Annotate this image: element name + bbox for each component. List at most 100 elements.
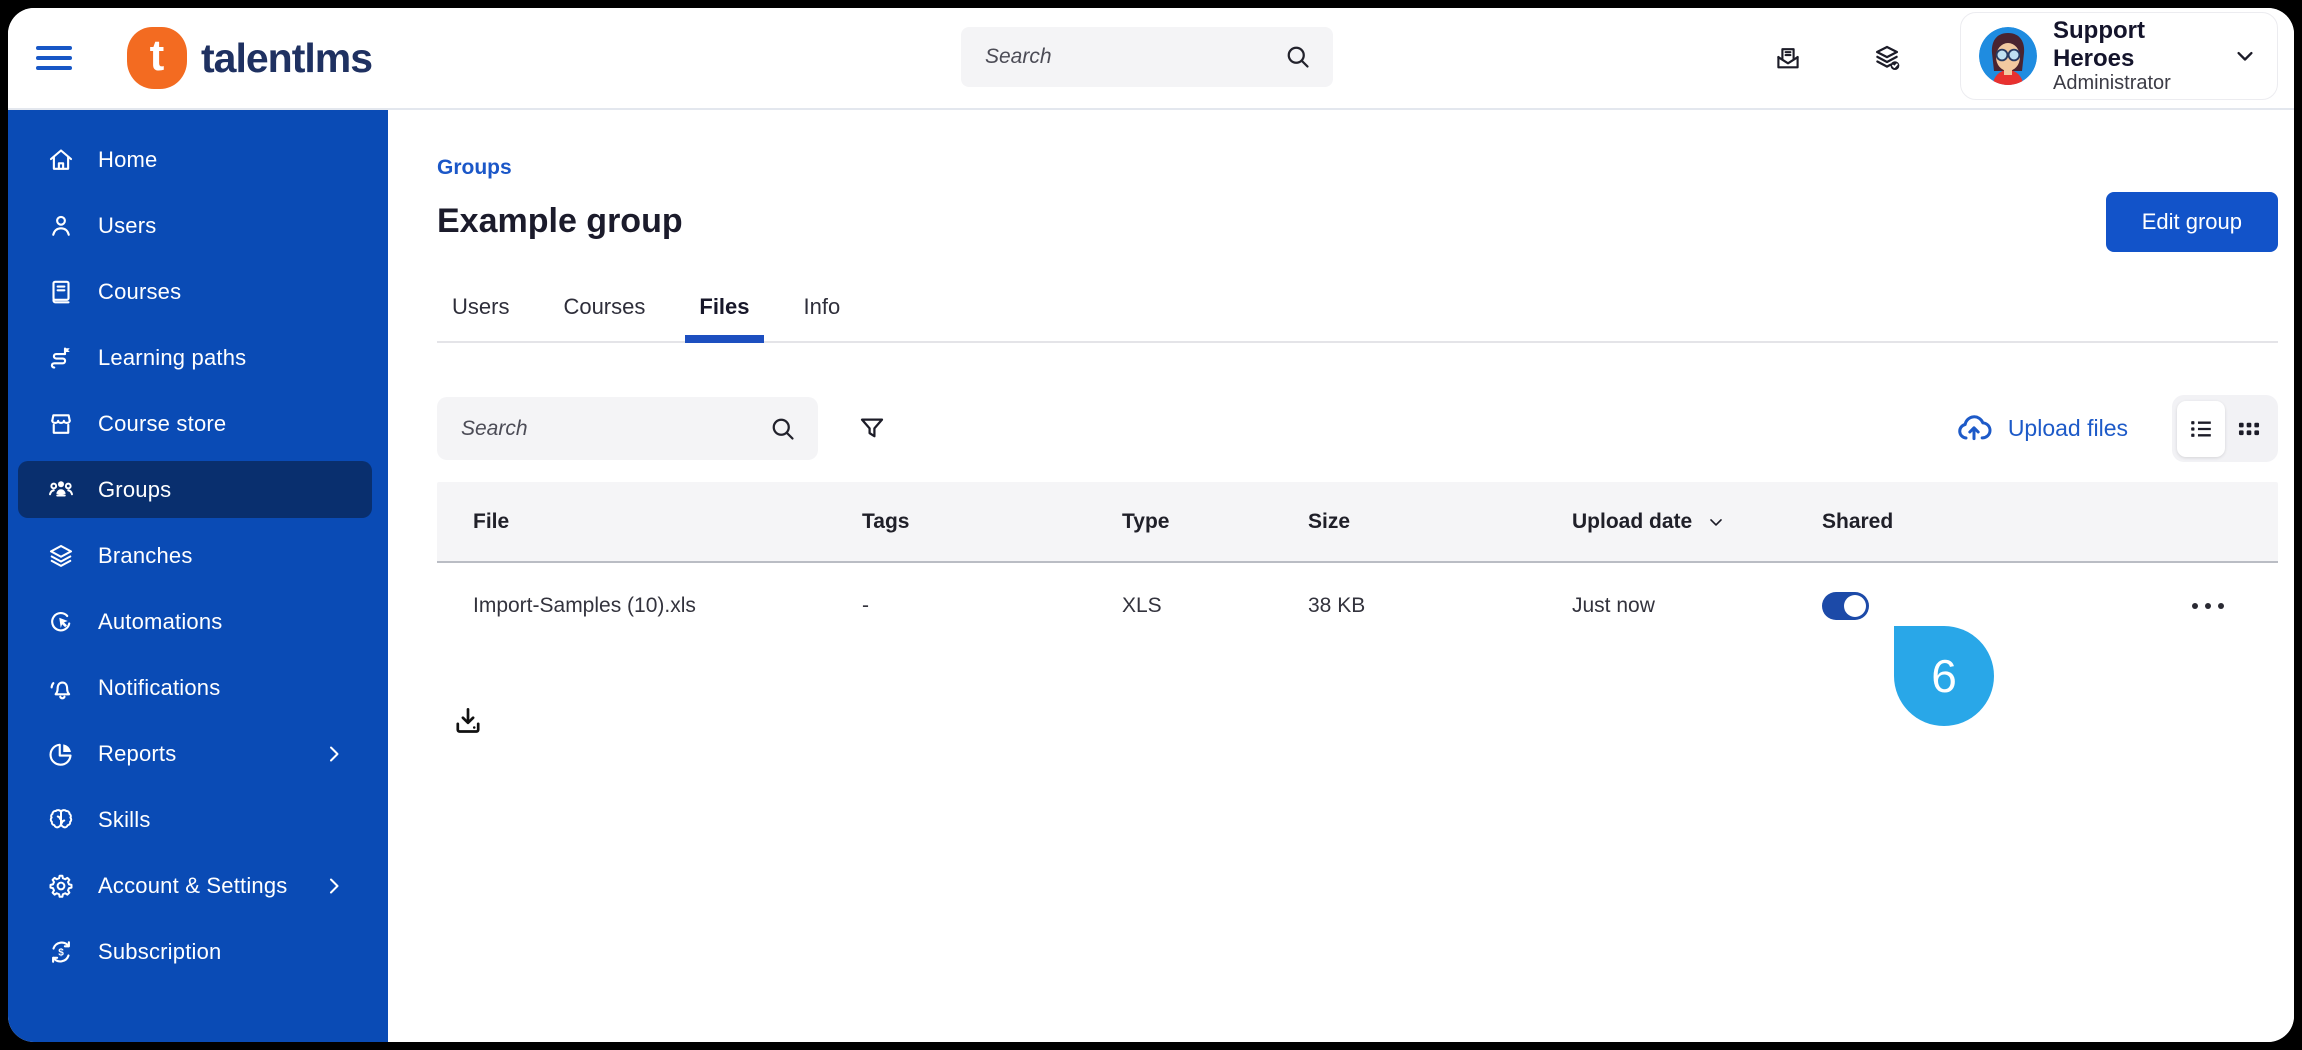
path-flag-icon (46, 343, 76, 373)
files-table: File Tags Type Size Upload date Shared I… (437, 482, 2278, 649)
filter-icon[interactable] (856, 413, 888, 445)
pie-chart-icon (46, 739, 76, 769)
groups-icon (46, 475, 76, 505)
tab-courses[interactable]: Courses (561, 286, 647, 341)
catalog-check-icon[interactable] (1870, 41, 1904, 75)
home-icon (46, 145, 76, 175)
sidebar-item-groups[interactable]: Groups (18, 461, 372, 518)
column-header-upload-date[interactable]: Upload date (1572, 510, 1822, 534)
sidebar-item-label: Home (98, 146, 158, 172)
gear-icon (46, 871, 76, 901)
brain-icon (46, 805, 76, 835)
sidebar-item-automations[interactable]: Automations (18, 593, 372, 650)
user-info: Support Heroes Administrator (2053, 17, 2231, 95)
book-icon (46, 277, 76, 307)
sidebar-item-home[interactable]: Home (18, 131, 372, 188)
chevron-down-icon (2231, 42, 2259, 70)
column-header-file: File (473, 509, 510, 533)
cloud-upload-icon (1954, 409, 1994, 449)
table-row: Import-Samples (10).xls - XLS 38 KB Just… (437, 563, 2278, 649)
chevron-right-icon (322, 742, 346, 766)
sidebar-item-label: Branches (98, 542, 193, 568)
sidebar-nav: Home Users Courses Learning paths Course… (8, 110, 388, 1042)
toggle-knob (1844, 595, 1866, 617)
chevron-right-icon (322, 874, 346, 898)
sidebar-item-label: Groups (98, 476, 172, 502)
talentlms-logo[interactable]: t talentlms (127, 27, 373, 89)
sidebar-item-label: Users (98, 212, 157, 238)
user-icon (46, 211, 76, 241)
sidebar-item-subscription[interactable]: $ Subscription (18, 923, 372, 980)
sort-chevron-down-icon (1706, 512, 1726, 532)
sidebar-item-learning-paths[interactable]: Learning paths (18, 329, 372, 386)
logo-mark: t (127, 27, 187, 89)
tab-files[interactable]: Files (685, 286, 764, 343)
search-icon[interactable] (768, 414, 798, 444)
tab-info[interactable]: Info (802, 286, 843, 341)
files-search (437, 397, 818, 460)
sidebar-item-users[interactable]: Users (18, 197, 372, 254)
user-profile-menu[interactable]: Support Heroes Administrator (1960, 12, 2278, 100)
sidebar-item-label: Learning paths (98, 344, 247, 370)
hamburger-menu-icon[interactable] (36, 40, 72, 76)
search-icon[interactable] (1283, 42, 1313, 72)
column-header-shared: Shared (1822, 509, 1894, 533)
inbox-message-icon[interactable] (1772, 42, 1804, 74)
shared-toggle[interactable] (1822, 592, 1869, 620)
cell-upload-date: Just now (1572, 594, 1655, 617)
tab-users[interactable]: Users (450, 286, 511, 341)
logo-text: talentlms (201, 34, 373, 81)
cell-type: XLS (1122, 594, 1162, 617)
sidebar-item-reports[interactable]: Reports (18, 725, 372, 782)
app-window: t talentlms Search Support Heroes Admini… (8, 8, 2294, 1042)
files-toolbar: Upload files (437, 395, 2278, 462)
sidebar-item-label: Skills (98, 806, 151, 832)
upload-files-label: Upload files (2007, 415, 2128, 441)
row-menu-button[interactable] (2186, 597, 2230, 615)
subscription-renew-icon: $ (46, 937, 76, 967)
breadcrumb[interactable]: Groups (437, 156, 512, 180)
header-search (961, 27, 1333, 87)
sidebar-item-notifications[interactable]: Notifications (18, 659, 372, 716)
click-annotation-badge: 6 (1894, 626, 1994, 726)
table-header-row: File Tags Type Size Upload date Shared (437, 482, 2278, 563)
page-title: Example group (437, 202, 683, 240)
header-icons (1772, 8, 1904, 108)
sidebar-item-account-settings[interactable]: Account & Settings (18, 857, 372, 914)
storefront-icon (46, 409, 76, 439)
layers-icon (46, 541, 76, 571)
sidebar-item-courses[interactable]: Courses (18, 263, 372, 320)
top-header: t talentlms Search Support Heroes Admini… (8, 8, 2294, 110)
sidebar-item-label: Automations (98, 608, 223, 634)
tab-bar: Users Courses Files Info (437, 286, 2278, 343)
download-icon[interactable] (451, 704, 485, 738)
column-header-size: Size (1308, 509, 1351, 533)
bell-icon (46, 673, 76, 703)
sidebar-item-label: Notifications (98, 674, 221, 700)
avatar (1979, 27, 2037, 85)
main-content: Groups Example group Edit group Users Co… (388, 110, 2294, 1042)
user-role: Administrator (2053, 72, 2171, 95)
sidebar-item-label: Account & Settings (98, 872, 288, 898)
header-search-input[interactable] (961, 45, 1283, 69)
sidebar-item-skills[interactable]: Skills (18, 791, 372, 848)
view-toggle-group (2172, 395, 2278, 462)
sidebar-item-course-store[interactable]: Course store (18, 395, 372, 452)
cell-shared-actions (1822, 592, 2230, 620)
cell-tags: - (862, 594, 869, 617)
automation-cursor-icon (46, 607, 76, 637)
column-header-type: Type (1122, 509, 1170, 533)
sidebar-item-label: Subscription (98, 938, 222, 964)
sidebar-item-label: Course store (98, 410, 227, 436)
list-view-button[interactable] (2177, 400, 2225, 457)
step-number: 6 (1931, 650, 1957, 702)
files-search-input[interactable] (437, 416, 768, 441)
sidebar-item-label: Courses (98, 278, 182, 304)
upload-files-button[interactable]: Upload files (1954, 409, 2128, 449)
cell-size: 38 KB (1308, 594, 1366, 617)
grid-view-button[interactable] (2225, 401, 2273, 457)
edit-group-button[interactable]: Edit group (2105, 192, 2278, 252)
sidebar-item-label: Reports (98, 740, 177, 766)
cell-file-name[interactable]: Import-Samples (10).xls (473, 594, 862, 618)
sidebar-item-branches[interactable]: Branches (18, 527, 372, 584)
